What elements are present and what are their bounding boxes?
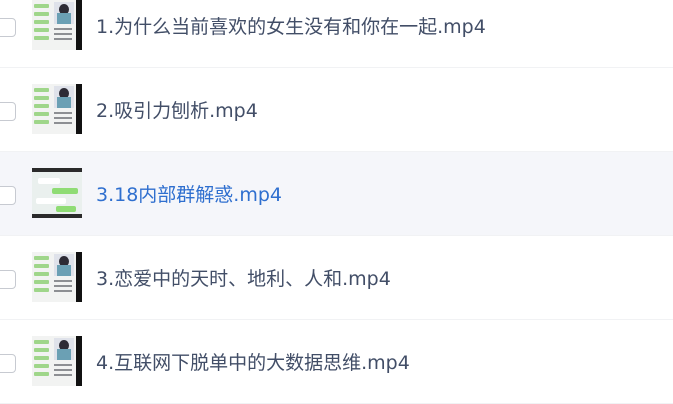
file-name[interactable]: 3.18内部群解惑.mp4 xyxy=(96,183,282,207)
video-thumbnail-icon[interactable] xyxy=(32,84,82,134)
file-name[interactable]: 2.吸引力刨析.mp4 xyxy=(96,99,258,123)
file-name[interactable]: 3.恋爱中的天时、地利、人和.mp4 xyxy=(96,267,391,291)
file-row[interactable]: 3.恋爱中的天时、地利、人和.mp4 xyxy=(0,236,673,320)
video-thumbnail-chat-icon[interactable] xyxy=(32,168,82,218)
row-checkbox[interactable] xyxy=(0,270,16,289)
video-thumbnail-icon[interactable] xyxy=(32,0,82,50)
file-name[interactable]: 1.为什么当前喜欢的女生没有和你在一起.mp4 xyxy=(96,15,486,39)
file-row[interactable]: 1.为什么当前喜欢的女生没有和你在一起.mp4 xyxy=(0,0,673,68)
video-thumbnail-icon[interactable] xyxy=(32,336,82,386)
file-row-highlighted[interactable]: 3.18内部群解惑.mp4 xyxy=(0,152,673,236)
file-name[interactable]: 4.互联网下脱单中的大数据思维.mp4 xyxy=(96,351,410,375)
row-checkbox[interactable] xyxy=(0,18,16,37)
file-row[interactable]: 4.互联网下脱单中的大数据思维.mp4 xyxy=(0,320,673,404)
row-checkbox[interactable] xyxy=(0,354,16,373)
file-row[interactable]: 2.吸引力刨析.mp4 xyxy=(0,68,673,152)
video-thumbnail-icon[interactable] xyxy=(32,252,82,302)
file-list: 1.为什么当前喜欢的女生没有和你在一起.mp4 2.吸引力刨析.mp4 3.18… xyxy=(0,0,673,404)
row-checkbox[interactable] xyxy=(0,186,16,205)
row-checkbox[interactable] xyxy=(0,102,16,121)
